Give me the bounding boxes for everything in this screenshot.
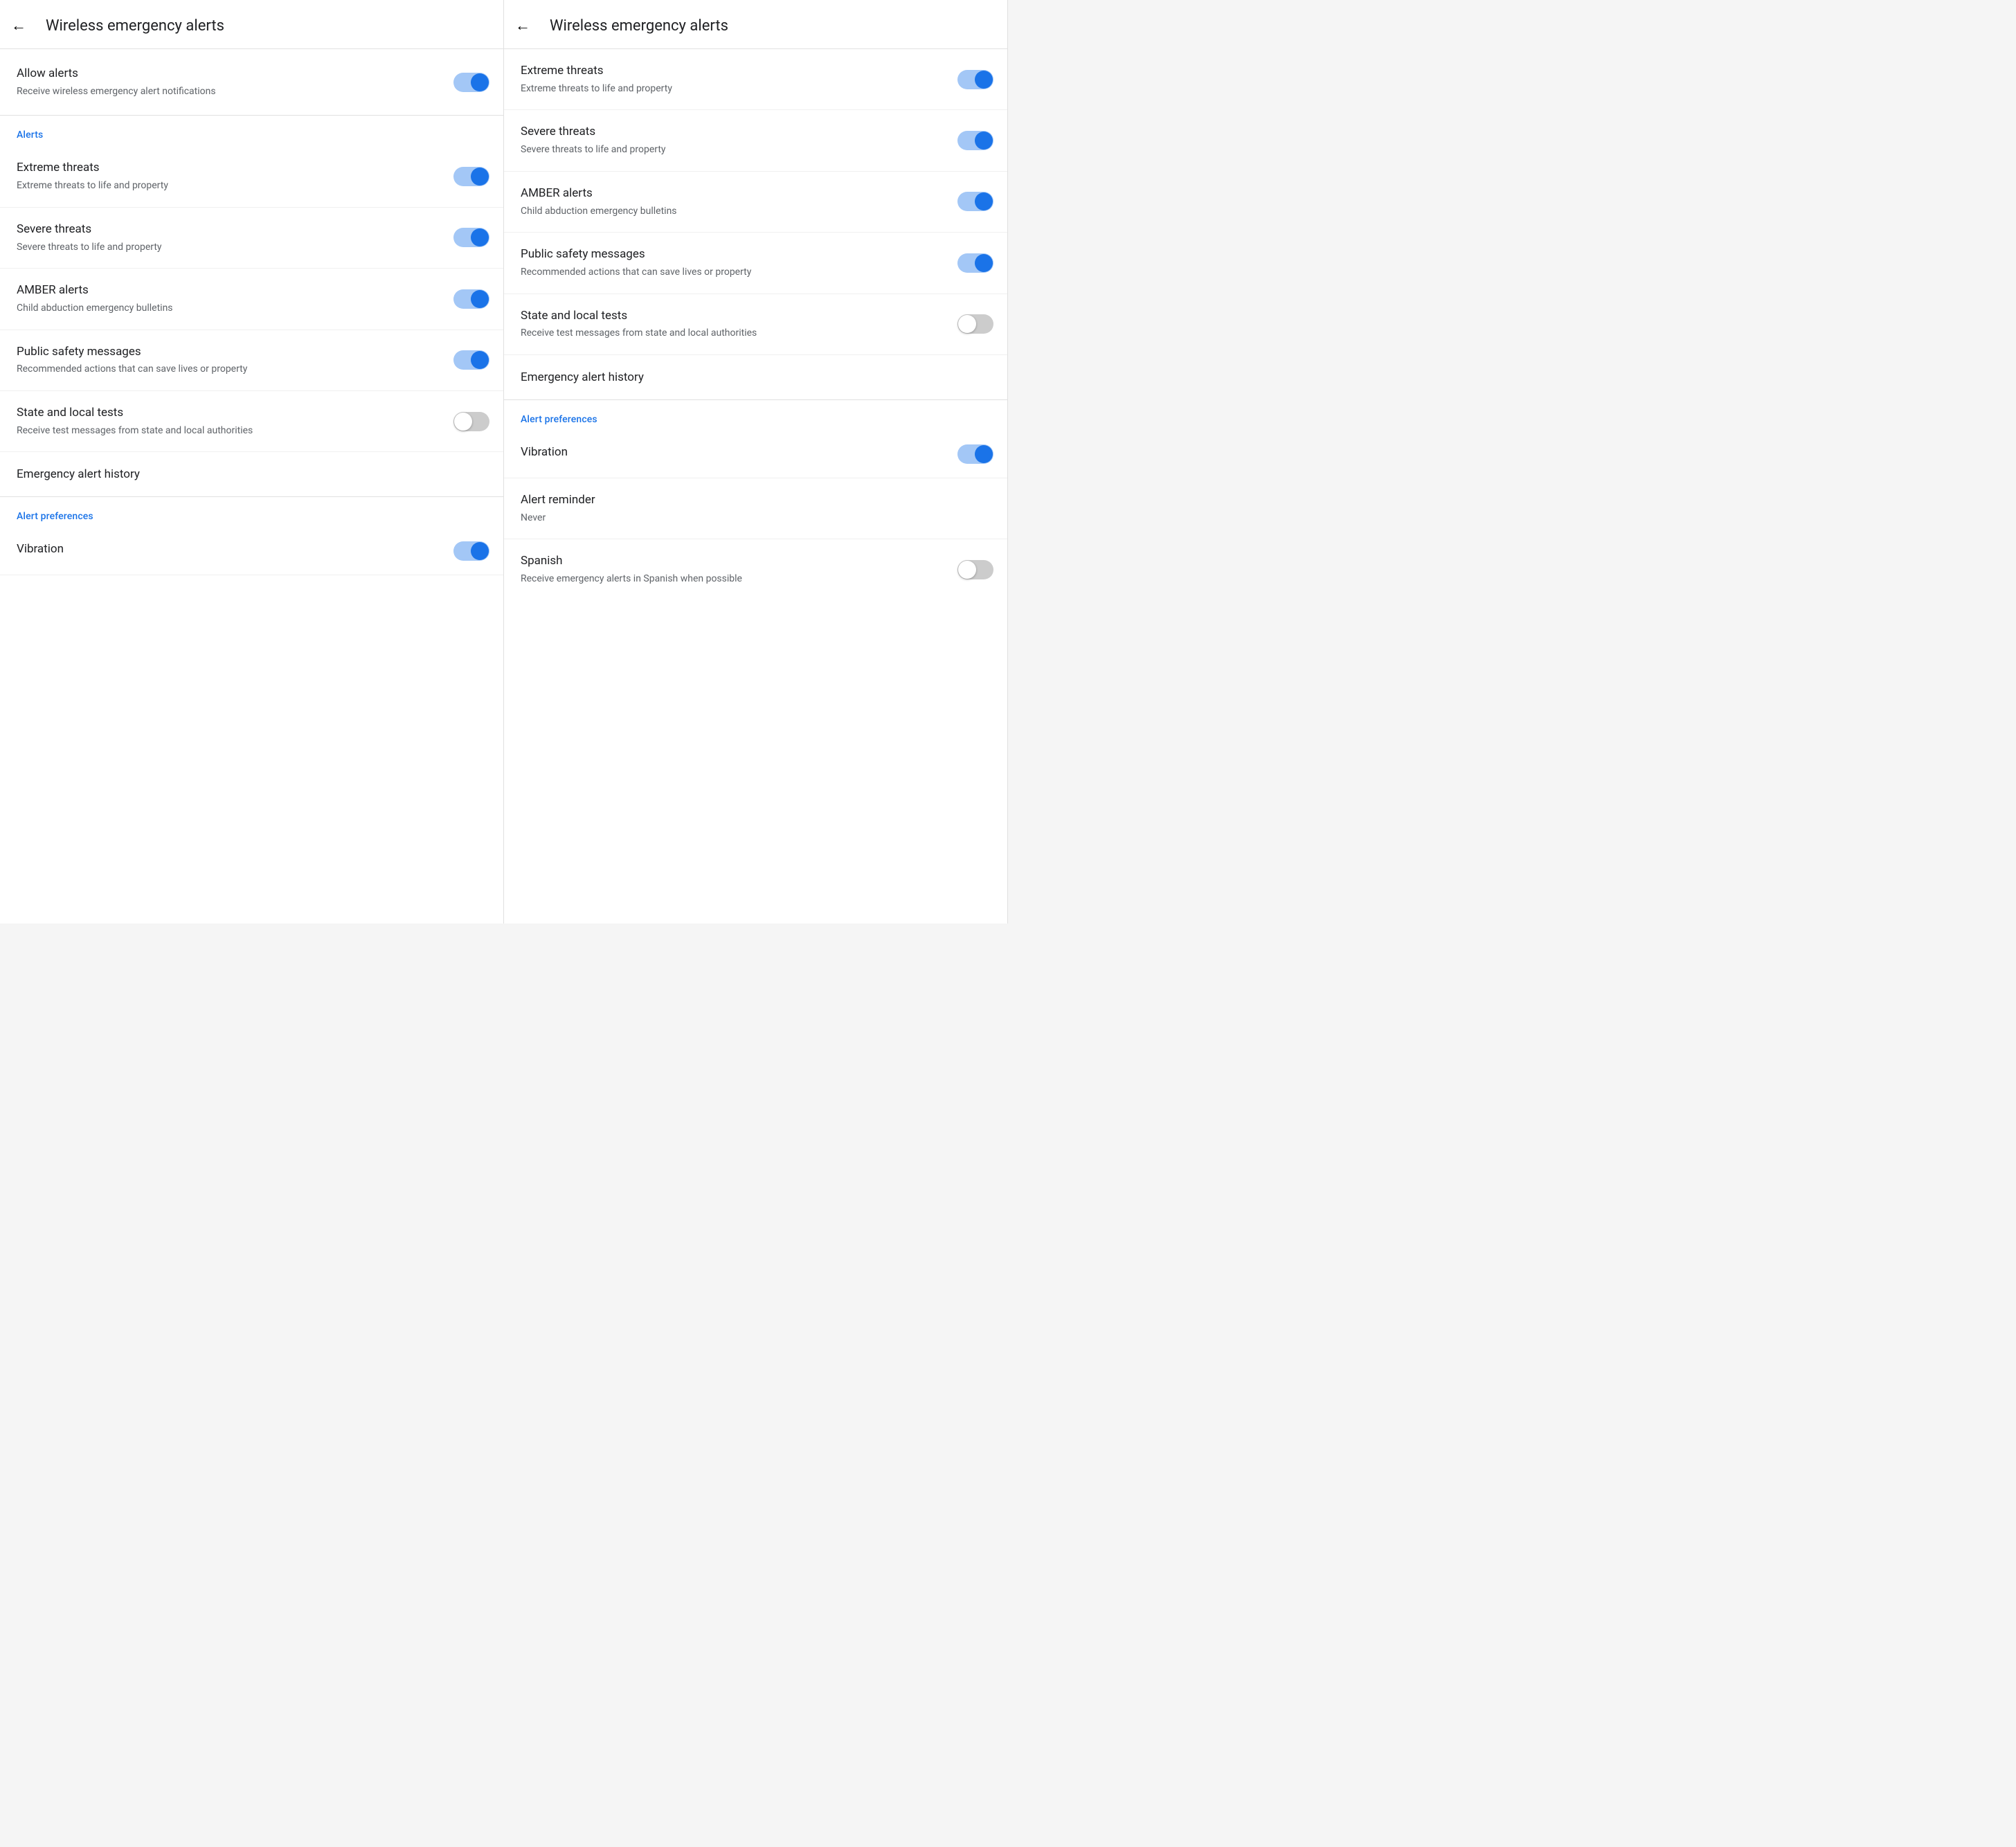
public-safety-left-title: Public safety messages — [17, 344, 442, 361]
emergency-history-right-title: Emergency alert history — [521, 370, 993, 384]
allow-alerts-toggle[interactable] — [453, 73, 489, 92]
alert-reminder-right-text: Alert reminder Never — [521, 492, 982, 525]
amber-alerts-left-item[interactable]: AMBER alerts Child abduction emergency b… — [0, 269, 503, 330]
state-local-left-title: State and local tests — [17, 405, 442, 422]
state-local-left-item[interactable]: State and local tests Receive test messa… — [0, 391, 503, 452]
right-back-button[interactable]: ← — [515, 17, 530, 35]
extreme-threats-left-text: Extreme threats Extreme threats to life … — [17, 160, 442, 192]
vibration-right-text: Vibration — [521, 444, 946, 464]
left-panel: ← Wireless emergency alerts Allow alerts… — [0, 0, 504, 924]
vibration-left-toggle[interactable] — [453, 541, 489, 561]
emergency-history-right-item[interactable]: Emergency alert history — [504, 355, 1007, 399]
public-safety-left-toggle[interactable] — [453, 350, 489, 370]
spanish-right-item[interactable]: Spanish Receive emergency alerts in Span… — [504, 539, 1007, 600]
state-local-left-subtitle: Receive test messages from state and loc… — [17, 424, 442, 438]
left-prefs-section-label: Alert preferences — [0, 497, 503, 528]
left-back-button[interactable]: ← — [11, 17, 26, 35]
vibration-left-item[interactable]: Vibration — [0, 528, 503, 575]
severe-threats-right-title: Severe threats — [521, 124, 946, 141]
emergency-history-left-title: Emergency alert history — [17, 467, 489, 481]
vibration-right-toggle[interactable] — [957, 444, 993, 464]
severe-threats-right-subtitle: Severe threats to life and property — [521, 143, 946, 157]
amber-alerts-left-subtitle: Child abduction emergency bulletins — [17, 302, 442, 316]
state-local-right-text: State and local tests Receive test messa… — [521, 308, 946, 341]
amber-alerts-right-item[interactable]: AMBER alerts Child abduction emergency b… — [504, 172, 1007, 233]
vibration-right-title: Vibration — [521, 444, 946, 461]
allow-alerts-text: Allow alerts Receive wireless emergency … — [17, 66, 442, 98]
severe-threats-right-toggle[interactable] — [957, 131, 993, 150]
extreme-threats-right-text: Extreme threats Extreme threats to life … — [521, 63, 946, 96]
spanish-right-subtitle: Receive emergency alerts in Spanish when… — [521, 573, 946, 586]
allow-alerts-subtitle: Receive wireless emergency alert notific… — [17, 85, 442, 99]
public-safety-right-subtitle: Recommended actions that can save lives … — [521, 266, 946, 280]
extreme-threats-right-title: Extreme threats — [521, 63, 946, 80]
alert-reminder-right-title: Alert reminder — [521, 492, 982, 509]
spanish-right-toggle[interactable] — [957, 560, 993, 579]
vibration-left-title: Vibration — [17, 541, 442, 558]
public-safety-right-toggle[interactable] — [957, 253, 993, 273]
public-safety-left-subtitle: Recommended actions that can save lives … — [17, 363, 442, 377]
alert-reminder-right-value: Never — [521, 512, 982, 525]
severe-threats-left-item[interactable]: Severe threats Severe threats to life an… — [0, 208, 503, 269]
extreme-threats-left-toggle[interactable] — [453, 167, 489, 186]
amber-alerts-left-text: AMBER alerts Child abduction emergency b… — [17, 282, 442, 315]
left-alerts-section-label: Alerts — [0, 116, 503, 146]
extreme-threats-left-title: Extreme threats — [17, 160, 442, 177]
right-prefs-section-label: Alert preferences — [504, 400, 1007, 431]
severe-threats-left-toggle[interactable] — [453, 228, 489, 247]
severe-threats-right-text: Severe threats Severe threats to life an… — [521, 124, 946, 156]
extreme-threats-right-toggle[interactable] — [957, 70, 993, 89]
severe-threats-left-title: Severe threats — [17, 222, 442, 238]
right-page-title: Wireless emergency alerts — [550, 17, 728, 35]
spanish-right-text: Spanish Receive emergency alerts in Span… — [521, 553, 946, 586]
severe-threats-left-text: Severe threats Severe threats to life an… — [17, 222, 442, 254]
state-local-right-item[interactable]: State and local tests Receive test messa… — [504, 294, 1007, 355]
public-safety-right-item[interactable]: Public safety messages Recommended actio… — [504, 233, 1007, 294]
amber-alerts-right-subtitle: Child abduction emergency bulletins — [521, 205, 946, 219]
right-header: ← Wireless emergency alerts — [504, 0, 1007, 49]
amber-alerts-right-text: AMBER alerts Child abduction emergency b… — [521, 186, 946, 218]
amber-alerts-left-toggle[interactable] — [453, 289, 489, 309]
public-safety-left-item[interactable]: Public safety messages Recommended actio… — [0, 330, 503, 391]
state-local-right-toggle[interactable] — [957, 314, 993, 334]
allow-alerts-title: Allow alerts — [17, 66, 442, 82]
state-local-left-toggle[interactable] — [453, 412, 489, 431]
extreme-threats-right-item[interactable]: Extreme threats Extreme threats to life … — [504, 49, 1007, 110]
vibration-left-text: Vibration — [17, 541, 442, 561]
emergency-history-left-item[interactable]: Emergency alert history — [0, 452, 503, 496]
extreme-threats-left-item[interactable]: Extreme threats Extreme threats to life … — [0, 146, 503, 207]
amber-alerts-left-title: AMBER alerts — [17, 282, 442, 299]
state-local-right-title: State and local tests — [521, 308, 946, 325]
right-panel: ← Wireless emergency alerts Extreme thre… — [504, 0, 1008, 924]
severe-threats-left-subtitle: Severe threats to life and property — [17, 241, 442, 255]
extreme-threats-left-subtitle: Extreme threats to life and property — [17, 179, 442, 193]
public-safety-left-text: Public safety messages Recommended actio… — [17, 344, 442, 377]
public-safety-right-title: Public safety messages — [521, 246, 946, 263]
severe-threats-right-item[interactable]: Severe threats Severe threats to life an… — [504, 110, 1007, 171]
alert-reminder-right-item[interactable]: Alert reminder Never — [504, 478, 1007, 539]
extreme-threats-right-subtitle: Extreme threats to life and property — [521, 82, 946, 96]
left-header: ← Wireless emergency alerts — [0, 0, 503, 49]
vibration-right-item[interactable]: Vibration — [504, 431, 1007, 478]
allow-alerts-item[interactable]: Allow alerts Receive wireless emergency … — [0, 49, 503, 116]
left-content: Allow alerts Receive wireless emergency … — [0, 49, 503, 575]
amber-alerts-right-title: AMBER alerts — [521, 186, 946, 202]
state-local-left-text: State and local tests Receive test messa… — [17, 405, 442, 438]
right-content: Extreme threats Extreme threats to life … — [504, 49, 1007, 600]
amber-alerts-right-toggle[interactable] — [957, 192, 993, 211]
state-local-right-subtitle: Receive test messages from state and loc… — [521, 327, 946, 341]
public-safety-right-text: Public safety messages Recommended actio… — [521, 246, 946, 279]
left-page-title: Wireless emergency alerts — [46, 17, 224, 35]
spanish-right-title: Spanish — [521, 553, 946, 570]
